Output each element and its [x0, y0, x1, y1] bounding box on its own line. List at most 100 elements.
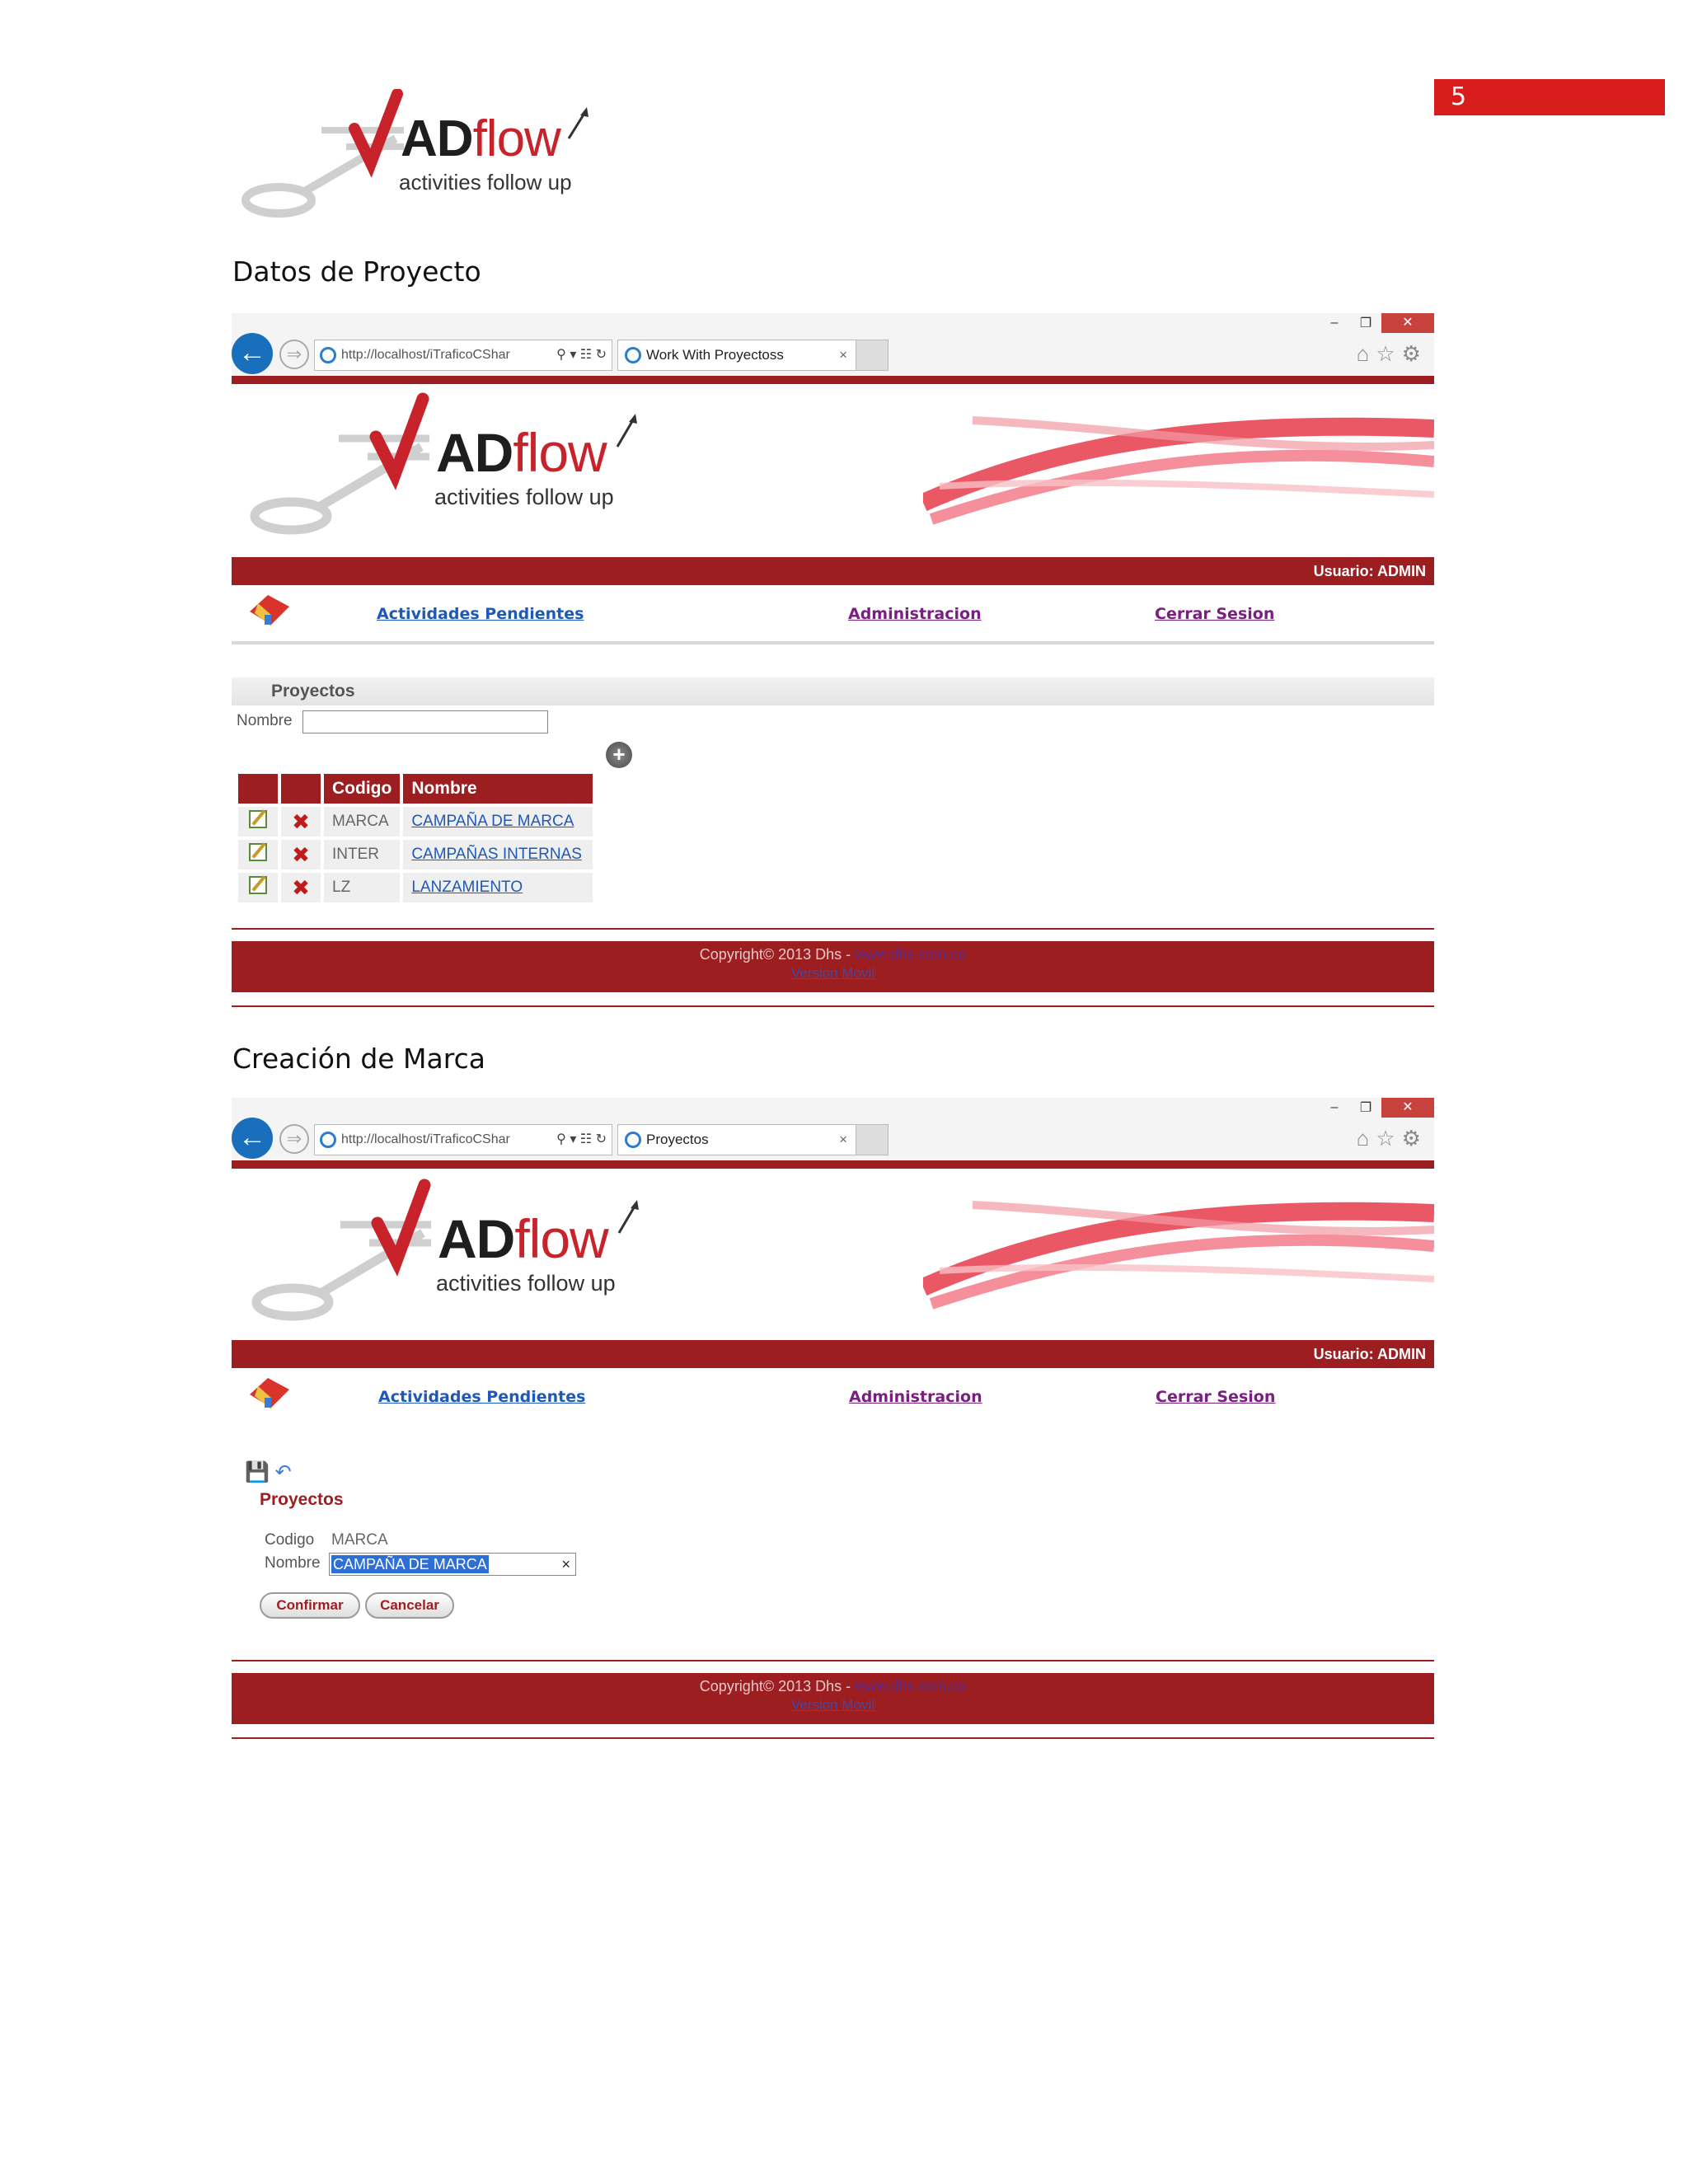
banner-swoosh-graphic: [923, 416, 1434, 525]
forward-button[interactable]: ⇒: [279, 1124, 309, 1154]
app-banner: ADflow activities follow up: [232, 1169, 1434, 1342]
logo-ad-text: AD: [438, 1208, 515, 1269]
heading-creacion-marca: Creación de Marca: [232, 1043, 485, 1075]
heading-datos-proyecto: Datos de Proyecto: [232, 255, 481, 288]
ie-icon: [320, 347, 336, 363]
col-nombre: Nombre: [403, 774, 593, 804]
restore-button[interactable]: ❐: [1350, 315, 1381, 331]
address-tools-icon[interactable]: ⚲ ▾ ☷ ↻: [556, 340, 607, 370]
ie-icon: [320, 1132, 336, 1148]
new-tab-button[interactable]: [856, 340, 889, 371]
delete-icon[interactable]: ✖: [292, 875, 310, 900]
add-icon[interactable]: +: [606, 742, 632, 768]
address-tools-icon[interactable]: ⚲ ▾ ☷ ↻: [556, 1125, 607, 1155]
edit-icon[interactable]: [249, 876, 267, 894]
browser-tab[interactable]: Work With Proyectoss ×: [617, 340, 856, 371]
home-icon[interactable]: [243, 1373, 293, 1414]
cell-nombre-link[interactable]: LANZAMIENTO: [411, 879, 523, 896]
back-button[interactable]: ←: [232, 333, 273, 374]
cell-nombre-link[interactable]: CAMPAÑAS INTERNAS: [411, 846, 582, 863]
tab-title: Proyectos: [646, 1132, 709, 1147]
address-bar[interactable]: http://localhost/iTraficoCShar ⚲ ▾ ☷ ↻: [314, 340, 612, 371]
tab-close-icon[interactable]: ×: [839, 1125, 847, 1155]
form-title: Proyectos: [260, 1490, 344, 1509]
browser-tools-icons[interactable]: ⌂☆⚙: [1357, 341, 1428, 367]
restore-button[interactable]: ❐: [1350, 1099, 1381, 1116]
clear-icon[interactable]: ×: [561, 1554, 570, 1575]
home-icon[interactable]: [243, 590, 293, 631]
window-controls: – ❐ ✕: [1319, 1098, 1434, 1118]
browser-chrome: – ❐ ✕ ← ⇒ http://localhost/iTraficoCShar…: [232, 1098, 1434, 1162]
new-tab-button[interactable]: [856, 1124, 889, 1155]
ie-icon: [625, 347, 641, 363]
minimize-button[interactable]: –: [1319, 316, 1350, 330]
col-edit: [238, 774, 278, 804]
back-button[interactable]: ←: [232, 1118, 273, 1159]
filter-nombre-input[interactable]: [302, 710, 548, 733]
edit-icon[interactable]: [249, 843, 267, 861]
confirm-button[interactable]: Confirmar: [260, 1592, 360, 1619]
footer-version-link[interactable]: Version Movil: [232, 1697, 1434, 1713]
section-title: Proyectos: [232, 677, 1434, 705]
delete-icon[interactable]: ✖: [292, 842, 310, 867]
footer-site-link[interactable]: www.dhs.com.co: [855, 946, 966, 963]
footer: Copyright© 2013 Dhs - www.dhs.com.co Ver…: [232, 941, 1434, 992]
address-bar[interactable]: http://localhost/iTraficoCShar ⚲ ▾ ☷ ↻: [314, 1124, 612, 1155]
cancel-button[interactable]: Cancelar: [365, 1592, 454, 1619]
logo-ad-text: AD: [401, 110, 474, 167]
nav-actividades-pendientes[interactable]: Actividades Pendientes: [378, 1388, 585, 1406]
browser-chrome: – ❐ ✕ ← ⇒ http://localhost/iTraficoCShar…: [232, 313, 1434, 377]
filter-label: Nombre: [237, 712, 293, 729]
table-row: ✖ MARCA CAMPAÑA DE MARCA: [238, 807, 593, 837]
cell-codigo: LZ: [324, 873, 401, 902]
nav-cerrar-sesion[interactable]: Cerrar Sesion: [1156, 1388, 1275, 1406]
banner-swoosh-graphic: [923, 1201, 1434, 1310]
footer-copyright: Copyright© 2013 Dhs -: [699, 946, 856, 963]
footer-rule-bottom: [232, 1737, 1434, 1739]
user-bar: Usuario: ADMIN: [232, 1340, 1434, 1368]
projects-table: Codigo Nombre ✖ MARCA CAMPAÑA DE MARCA ✖…: [235, 771, 596, 906]
app-banner: ADflow activities follow up: [232, 384, 1434, 557]
table-header-row: Codigo Nombre: [238, 774, 593, 804]
footer-copyright: Copyright© 2013 Dhs -: [699, 1678, 856, 1694]
page-number: 5: [1434, 79, 1665, 115]
footer-rule-top: [232, 1660, 1434, 1661]
top-rule: [232, 376, 1434, 384]
logo-flow-text: flow: [472, 110, 561, 167]
nav-row: Actividades Pendientes Administracion Ce…: [232, 1368, 1434, 1426]
footer-rule-bottom: [232, 1005, 1434, 1007]
delete-icon[interactable]: ✖: [292, 809, 310, 834]
browser-tab[interactable]: Proyectos ×: [617, 1124, 856, 1155]
footer-site-link[interactable]: www.dhs.com.co: [855, 1678, 966, 1694]
address-text: http://localhost/iTraficoCShar: [341, 348, 510, 362]
minimize-button[interactable]: –: [1319, 1100, 1350, 1115]
nav-row: Actividades Pendientes Administracion Ce…: [232, 585, 1434, 644]
logo-tagline: activities follow up: [399, 170, 572, 194]
codigo-label: Codigo: [265, 1531, 315, 1549]
codigo-value: MARCA: [331, 1531, 388, 1549]
tab-close-icon[interactable]: ×: [839, 340, 847, 370]
edit-icon[interactable]: [249, 810, 267, 828]
nav-administracion[interactable]: Administracion: [849, 1388, 982, 1406]
logo-flow-text: flow: [513, 422, 607, 483]
user-bar: Usuario: ADMIN: [232, 557, 1434, 585]
browser-tools-icons[interactable]: ⌂☆⚙: [1357, 1126, 1428, 1151]
footer-version-link[interactable]: Version Movil: [232, 965, 1434, 982]
cell-codigo: INTER: [324, 840, 401, 869]
nombre-input[interactable]: CAMPAÑA DE MARCA ×: [329, 1553, 576, 1576]
nav-cerrar-sesion[interactable]: Cerrar Sesion: [1155, 605, 1274, 623]
address-text: http://localhost/iTraficoCShar: [341, 1132, 510, 1146]
top-rule: [232, 1160, 1434, 1169]
nav-administracion[interactable]: Administracion: [848, 605, 982, 623]
form-toolbar: 💾 ↶: [245, 1460, 292, 1484]
close-button[interactable]: ✕: [1381, 313, 1434, 333]
forward-button[interactable]: ⇒: [279, 340, 309, 369]
app-logo: ADflow activities follow up: [250, 1179, 662, 1327]
undo-icon[interactable]: ↶: [275, 1461, 292, 1483]
nav-separator: [232, 641, 1434, 644]
app-logo: ADflow activities follow up: [248, 392, 660, 541]
close-button[interactable]: ✕: [1381, 1098, 1434, 1118]
nav-actividades-pendientes[interactable]: Actividades Pendientes: [377, 605, 584, 623]
cell-nombre-link[interactable]: CAMPAÑA DE MARCA: [411, 813, 574, 830]
save-icon[interactable]: 💾: [245, 1461, 270, 1483]
